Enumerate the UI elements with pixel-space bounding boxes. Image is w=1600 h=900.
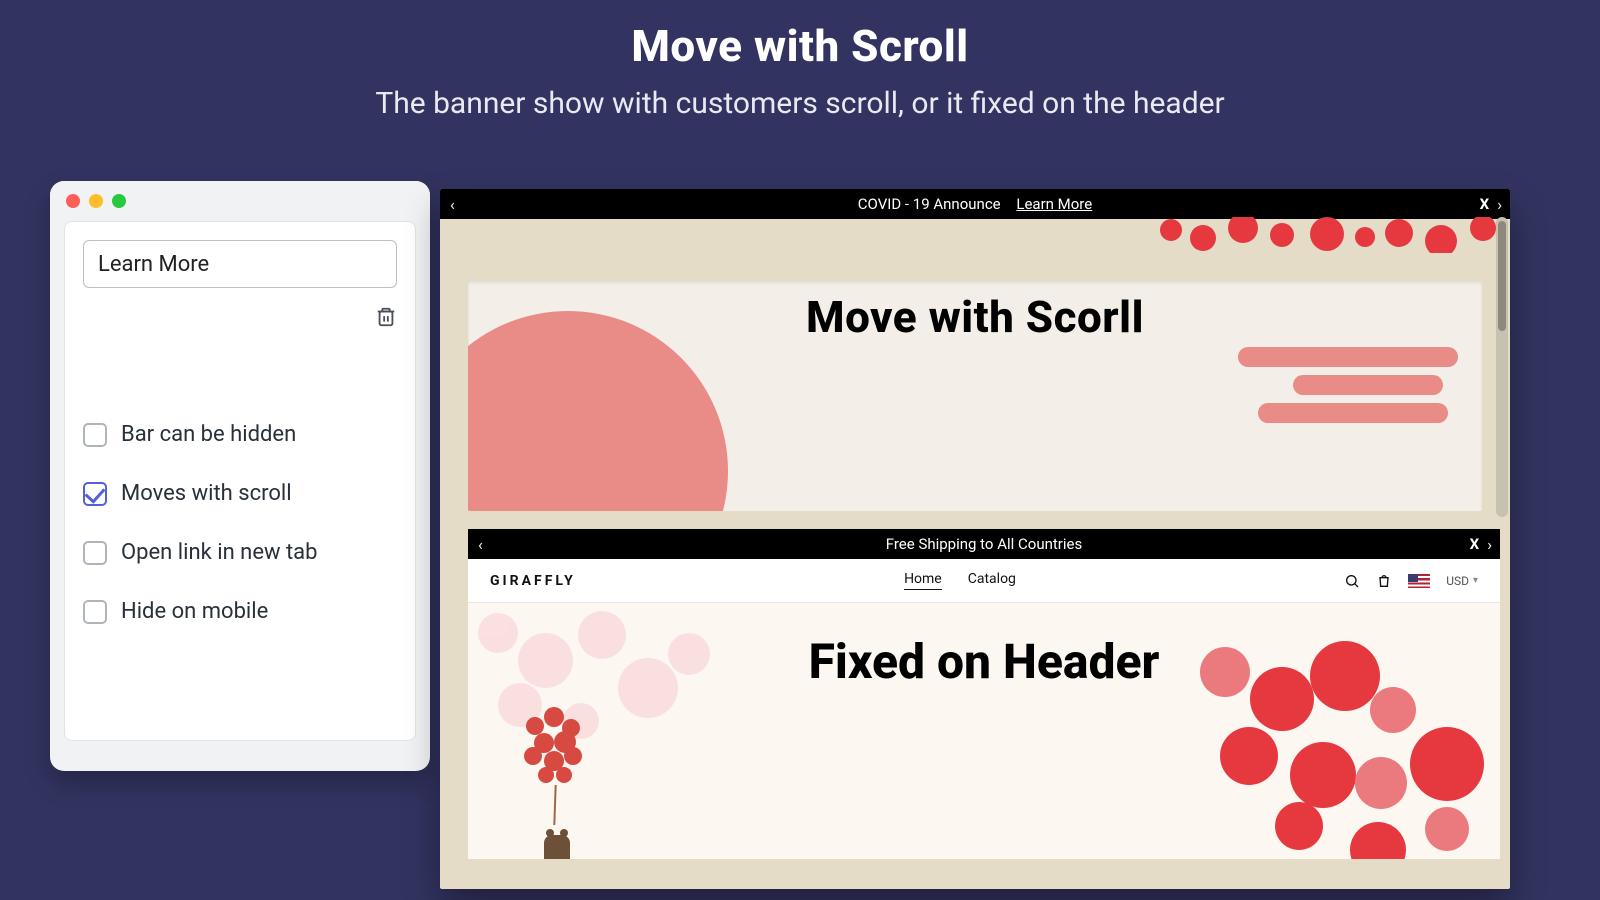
store-header: GIRAFFLY Home Catalog USD ▾ [468, 559, 1500, 603]
flower-decoration [1150, 217, 1510, 253]
nav-home[interactable]: Home [904, 571, 942, 590]
close-icon[interactable]: X [1470, 535, 1480, 553]
checkbox-moves-with-scroll[interactable]: Moves with scroll [83, 481, 397, 506]
announcement-text: Free Shipping to All Countries [886, 535, 1082, 553]
store-nav: Home Catalog [904, 571, 1016, 590]
preview-hero-move: Move with Scorll [468, 281, 1482, 511]
checkbox-open-new-tab[interactable]: Open link in new tab [83, 540, 397, 565]
window-titlebar [50, 181, 430, 221]
currency-selector[interactable]: USD ▾ [1446, 574, 1478, 588]
preview-window: ‹ COVID - 19 Announce Learn More X › [440, 189, 1510, 889]
announcement-bar-fixed: ‹ Free Shipping to All Countries X › [468, 529, 1500, 559]
window-close-dot[interactable] [66, 194, 80, 208]
preview-heading: Fixed on Header [468, 633, 1500, 690]
window-zoom-dot[interactable] [112, 194, 126, 208]
checkbox-label: Open link in new tab [121, 540, 318, 565]
banner-link-text-input[interactable] [83, 240, 397, 288]
blossom-decoration [468, 603, 748, 783]
settings-card: Bar can be hidden Moves with scroll Open… [64, 221, 416, 741]
checkbox-icon [83, 423, 107, 447]
checkbox-label: Hide on mobile [121, 599, 268, 624]
prev-icon[interactable]: ‹ [478, 535, 483, 554]
page-subtitle: The banner show with customers scroll, o… [0, 86, 1600, 121]
checkbox-bar-hidden[interactable]: Bar can be hidden [83, 422, 397, 447]
scrollbar[interactable] [1496, 217, 1508, 517]
nav-catalog[interactable]: Catalog [968, 571, 1016, 590]
cloud-decoration [1238, 347, 1458, 427]
bag-icon[interactable] [1376, 573, 1392, 589]
checkbox-label: Bar can be hidden [121, 422, 296, 447]
checkbox-hide-on-mobile[interactable]: Hide on mobile [83, 599, 397, 624]
window-minimize-dot[interactable] [89, 194, 103, 208]
announcement-bar-top: ‹ COVID - 19 Announce Learn More X › [440, 189, 1510, 219]
next-icon[interactable]: › [1487, 535, 1492, 554]
preview-hero-fixed: Fixed on Header [468, 603, 1500, 859]
prev-icon[interactable]: ‹ [450, 195, 455, 214]
announcement-text: COVID - 19 Announce [858, 195, 1001, 213]
page-title: Move with Scroll [0, 20, 1600, 72]
checkbox-icon [83, 541, 107, 565]
checkbox-icon [83, 482, 107, 506]
checkbox-label: Moves with scroll [121, 481, 292, 506]
settings-window: Bar can be hidden Moves with scroll Open… [50, 181, 430, 771]
balloon-bear-decoration [516, 707, 596, 859]
store-brand[interactable]: GIRAFFLY [490, 573, 576, 589]
trash-icon[interactable] [375, 306, 397, 330]
checkbox-icon [83, 600, 107, 624]
flag-icon [1408, 574, 1430, 588]
search-icon[interactable] [1344, 573, 1360, 589]
chevron-down-icon: ▾ [1473, 575, 1478, 586]
close-icon[interactable]: X [1480, 195, 1490, 213]
next-icon[interactable]: › [1497, 195, 1502, 214]
announcement-link[interactable]: Learn More [1016, 195, 1092, 213]
